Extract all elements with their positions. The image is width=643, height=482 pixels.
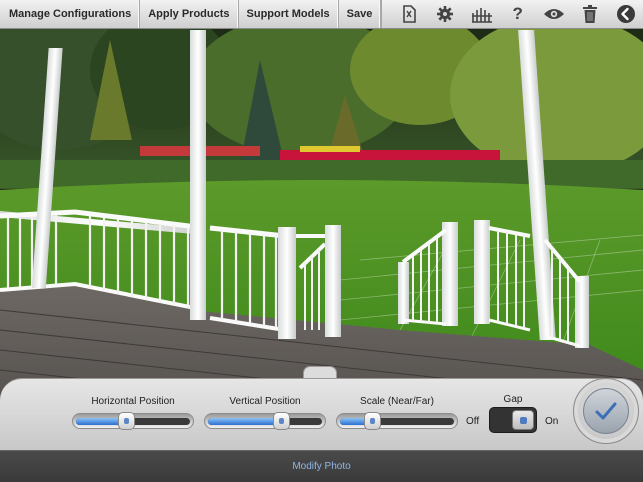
app-window: Manage Configurations Apply Products Sup…	[0, 0, 643, 482]
scale-label: Scale (Near/Far)	[360, 396, 434, 407]
vertical-position-label: Vertical Position	[229, 396, 301, 407]
manage-configurations-button[interactable]: Manage Configurations	[0, 0, 141, 28]
horizontal-position-thumb[interactable]	[117, 412, 135, 430]
gap-on-label: On	[545, 416, 559, 427]
gear-icon[interactable]	[432, 2, 458, 26]
horizontal-position-slider[interactable]	[72, 412, 194, 430]
trash-icon[interactable]	[577, 2, 603, 26]
save-button[interactable]: Save	[339, 0, 382, 28]
scale-thumb[interactable]	[363, 412, 381, 430]
gap-toggle[interactable]	[489, 407, 537, 433]
support-models-button[interactable]: Support Models	[239, 0, 339, 28]
footer-bar: Modify Photo	[0, 450, 643, 482]
gap-label: Gap	[503, 394, 523, 405]
confirm-button[interactable]	[573, 378, 639, 444]
vertical-position-thumb[interactable]	[272, 412, 290, 430]
gap-toggle-knob	[512, 410, 534, 430]
top-toolbar: Manage Configurations Apply Products Sup…	[0, 0, 643, 29]
modify-photo-link[interactable]: Modify Photo	[292, 461, 350, 472]
horizontal-position-label: Horizontal Position	[91, 396, 175, 407]
camera-rotate-icon[interactable]	[396, 2, 422, 26]
vertical-position-slider[interactable]	[204, 412, 326, 430]
gap-off-label: Off	[466, 416, 480, 427]
vertical-position-fill	[208, 418, 280, 425]
back-icon[interactable]	[613, 2, 639, 26]
apply-products-button[interactable]: Apply Products	[140, 0, 239, 28]
eye-icon[interactable]	[541, 2, 567, 26]
help-icon[interactable]: ?	[505, 2, 531, 26]
fence-icon[interactable]	[469, 2, 495, 26]
scale-slider[interactable]	[336, 412, 458, 430]
toolbar-icon-group: ?	[381, 0, 643, 28]
checkmark-icon	[595, 402, 617, 420]
